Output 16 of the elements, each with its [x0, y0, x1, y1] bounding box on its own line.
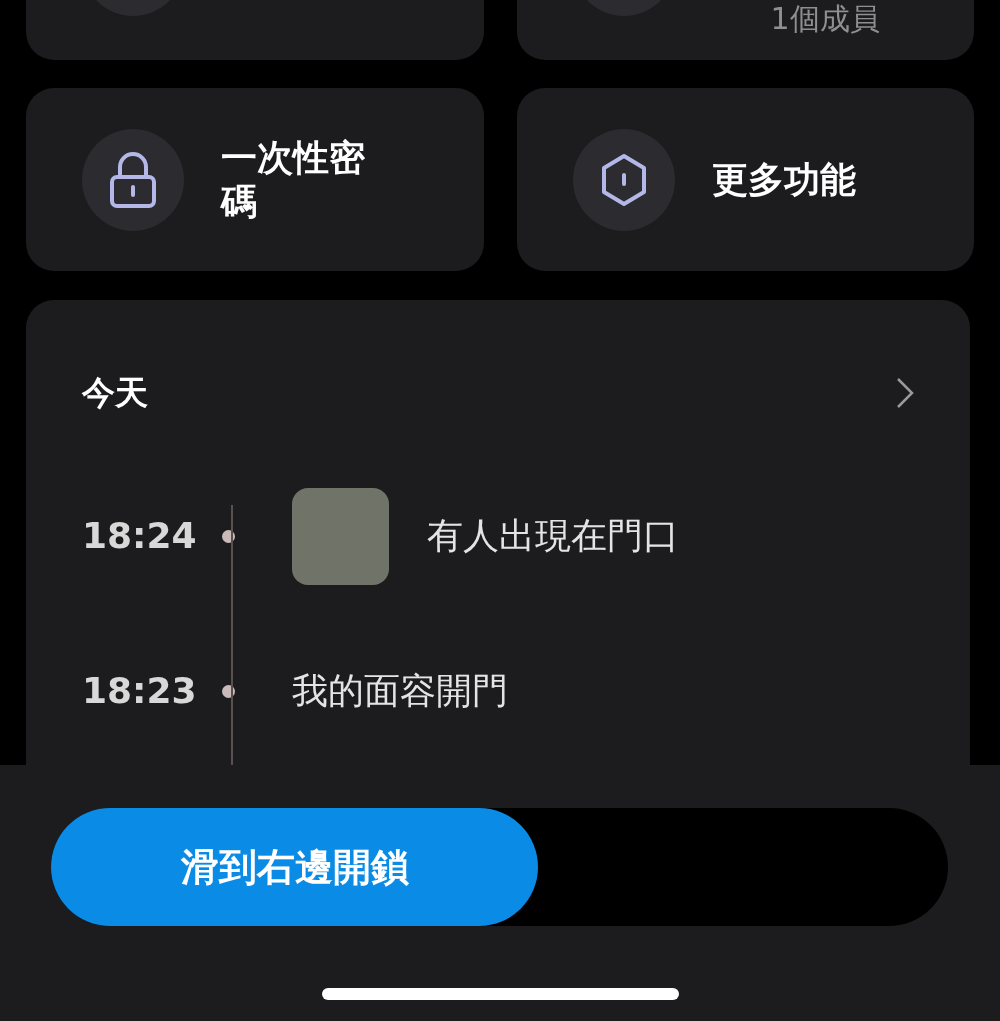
- event-text: 我的面容開門: [292, 669, 508, 713]
- event-time: 18:24: [82, 514, 198, 558]
- tile-subtitle: 1個成員: [770, 2, 880, 35]
- tile-card[interactable]: 1個成員: [516, 0, 974, 60]
- photo-placeholder[interactable]: [292, 487, 389, 585]
- slider-track[interactable]: 滑到右邊開鎖: [51, 808, 948, 926]
- unlock-slider-thumb[interactable]: 滑到右邊開鎖: [51, 808, 538, 926]
- tile-card[interactable]: 一次性密碼: [26, 88, 484, 271]
- chevron-right-icon[interactable]: [896, 376, 914, 409]
- tile-card[interactable]: 更多功能: [516, 88, 974, 271]
- tile-label: 一次性密碼: [221, 136, 366, 223]
- event-time: 18:23: [82, 669, 198, 713]
- section-heading: 今天: [82, 372, 148, 414]
- tile-label: 更多功能: [711, 157, 857, 202]
- lock-icon: [108, 150, 158, 209]
- event-text: 有人出現在門口: [427, 514, 679, 558]
